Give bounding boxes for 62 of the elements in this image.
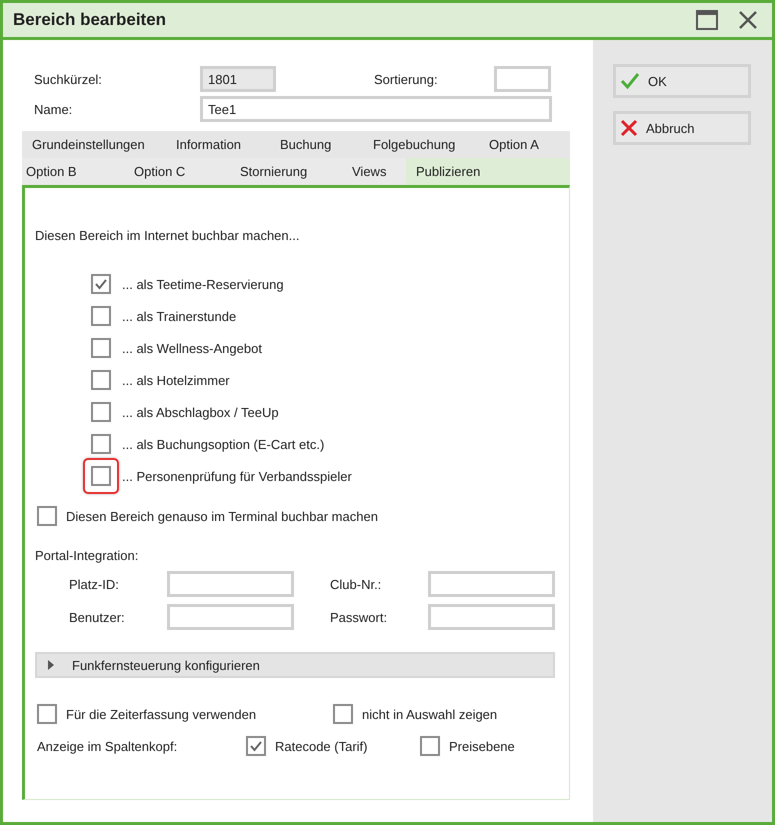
cancel-button[interactable]: Abbruch — [613, 111, 751, 145]
checkbox-label: ... als Trainerstunde — [122, 308, 236, 324]
checkbox[interactable] — [91, 306, 111, 326]
checkbox-label: ... als Hotelzimmer — [122, 372, 230, 388]
name-field[interactable]: Tee1 — [200, 96, 552, 122]
field-label: Passwort: — [330, 610, 388, 624]
checkbox[interactable] — [91, 370, 111, 390]
input-field[interactable] — [428, 571, 555, 597]
ok-button[interactable]: OK — [613, 64, 751, 98]
checkbox[interactable] — [91, 466, 111, 486]
tab[interactable]: Buchung — [276, 131, 369, 158]
window-title: Bereich bearbeiten — [13, 10, 168, 30]
expand-arrow-icon — [47, 660, 55, 670]
checkbox[interactable] — [37, 704, 57, 724]
checkbox-label: ... als Wellness-Angebot — [122, 340, 262, 356]
checkbox[interactable] — [37, 506, 57, 526]
tab[interactable]: Publizieren — [406, 158, 570, 185]
tab[interactable]: Stornierung — [236, 158, 348, 185]
tab[interactable]: Option C — [130, 158, 236, 185]
tab[interactable]: Views — [348, 158, 406, 185]
checkbox-label: Ratecode (Tarif) — [275, 738, 368, 754]
checkbox[interactable] — [420, 736, 440, 756]
checkbox[interactable] — [333, 704, 353, 724]
cross-icon — [620, 119, 638, 137]
expander-bar[interactable]: Funkfernsteuerung konfigurieren — [35, 652, 555, 678]
search-code-field[interactable]: 1801 — [200, 66, 276, 92]
tab[interactable]: Folgebuchung — [369, 131, 485, 158]
checkbox-label: ... als Teetime-Reservierung — [122, 276, 284, 292]
tab[interactable]: Grundeinstellungen — [22, 131, 172, 158]
checkbox-label: ... als Abschlagbox / TeeUp — [122, 404, 279, 420]
checkbox-label: ... als Buchungsoption (E-Cart etc.) — [122, 436, 324, 452]
input-field[interactable] — [167, 604, 294, 630]
checkbox-label: Diesen Bereich genauso im Terminal buchbar machen — [66, 508, 378, 524]
close-icon[interactable] — [738, 10, 758, 30]
checkbox-label: ... Personenprüfung für Verbandsspieler — [122, 468, 352, 484]
check-icon — [94, 277, 108, 291]
checkbox[interactable] — [91, 434, 111, 454]
field-label: Suchkürzel: — [34, 72, 103, 86]
field-label: Platz-ID: — [69, 576, 120, 592]
field-label: Name: — [34, 102, 74, 116]
maximize-icon[interactable] — [696, 10, 718, 30]
checkbox-label: Preisebene — [449, 738, 515, 754]
input-field[interactable] — [167, 571, 294, 597]
field-label: Benutzer: — [69, 610, 126, 624]
checkbox-label: nicht in Auswahl zeigen — [362, 706, 498, 722]
checkbox[interactable] — [91, 402, 111, 422]
tab[interactable]: Information — [172, 131, 276, 158]
tab[interactable]: Option B — [22, 158, 130, 185]
checkbox-label: Für die Zeiterfassung verwenden — [66, 706, 256, 722]
section-heading: Diesen Bereich im Internet buchbar machen... — [35, 228, 300, 243]
check-icon — [249, 739, 263, 753]
field-label: Club-Nr.: — [330, 576, 382, 592]
field-label: Anzeige im Spaltenkopf: — [37, 738, 178, 754]
check-icon — [620, 72, 640, 90]
tab[interactable]: Option A — [485, 131, 543, 158]
input-field[interactable] — [428, 604, 555, 630]
checkbox[interactable] — [246, 736, 266, 756]
field-label: Sortierung: — [374, 72, 439, 86]
checkbox[interactable] — [91, 338, 111, 358]
sort-field[interactable] — [494, 66, 551, 92]
section-heading: Portal-Integration: — [35, 548, 140, 563]
checkbox[interactable] — [91, 274, 111, 294]
